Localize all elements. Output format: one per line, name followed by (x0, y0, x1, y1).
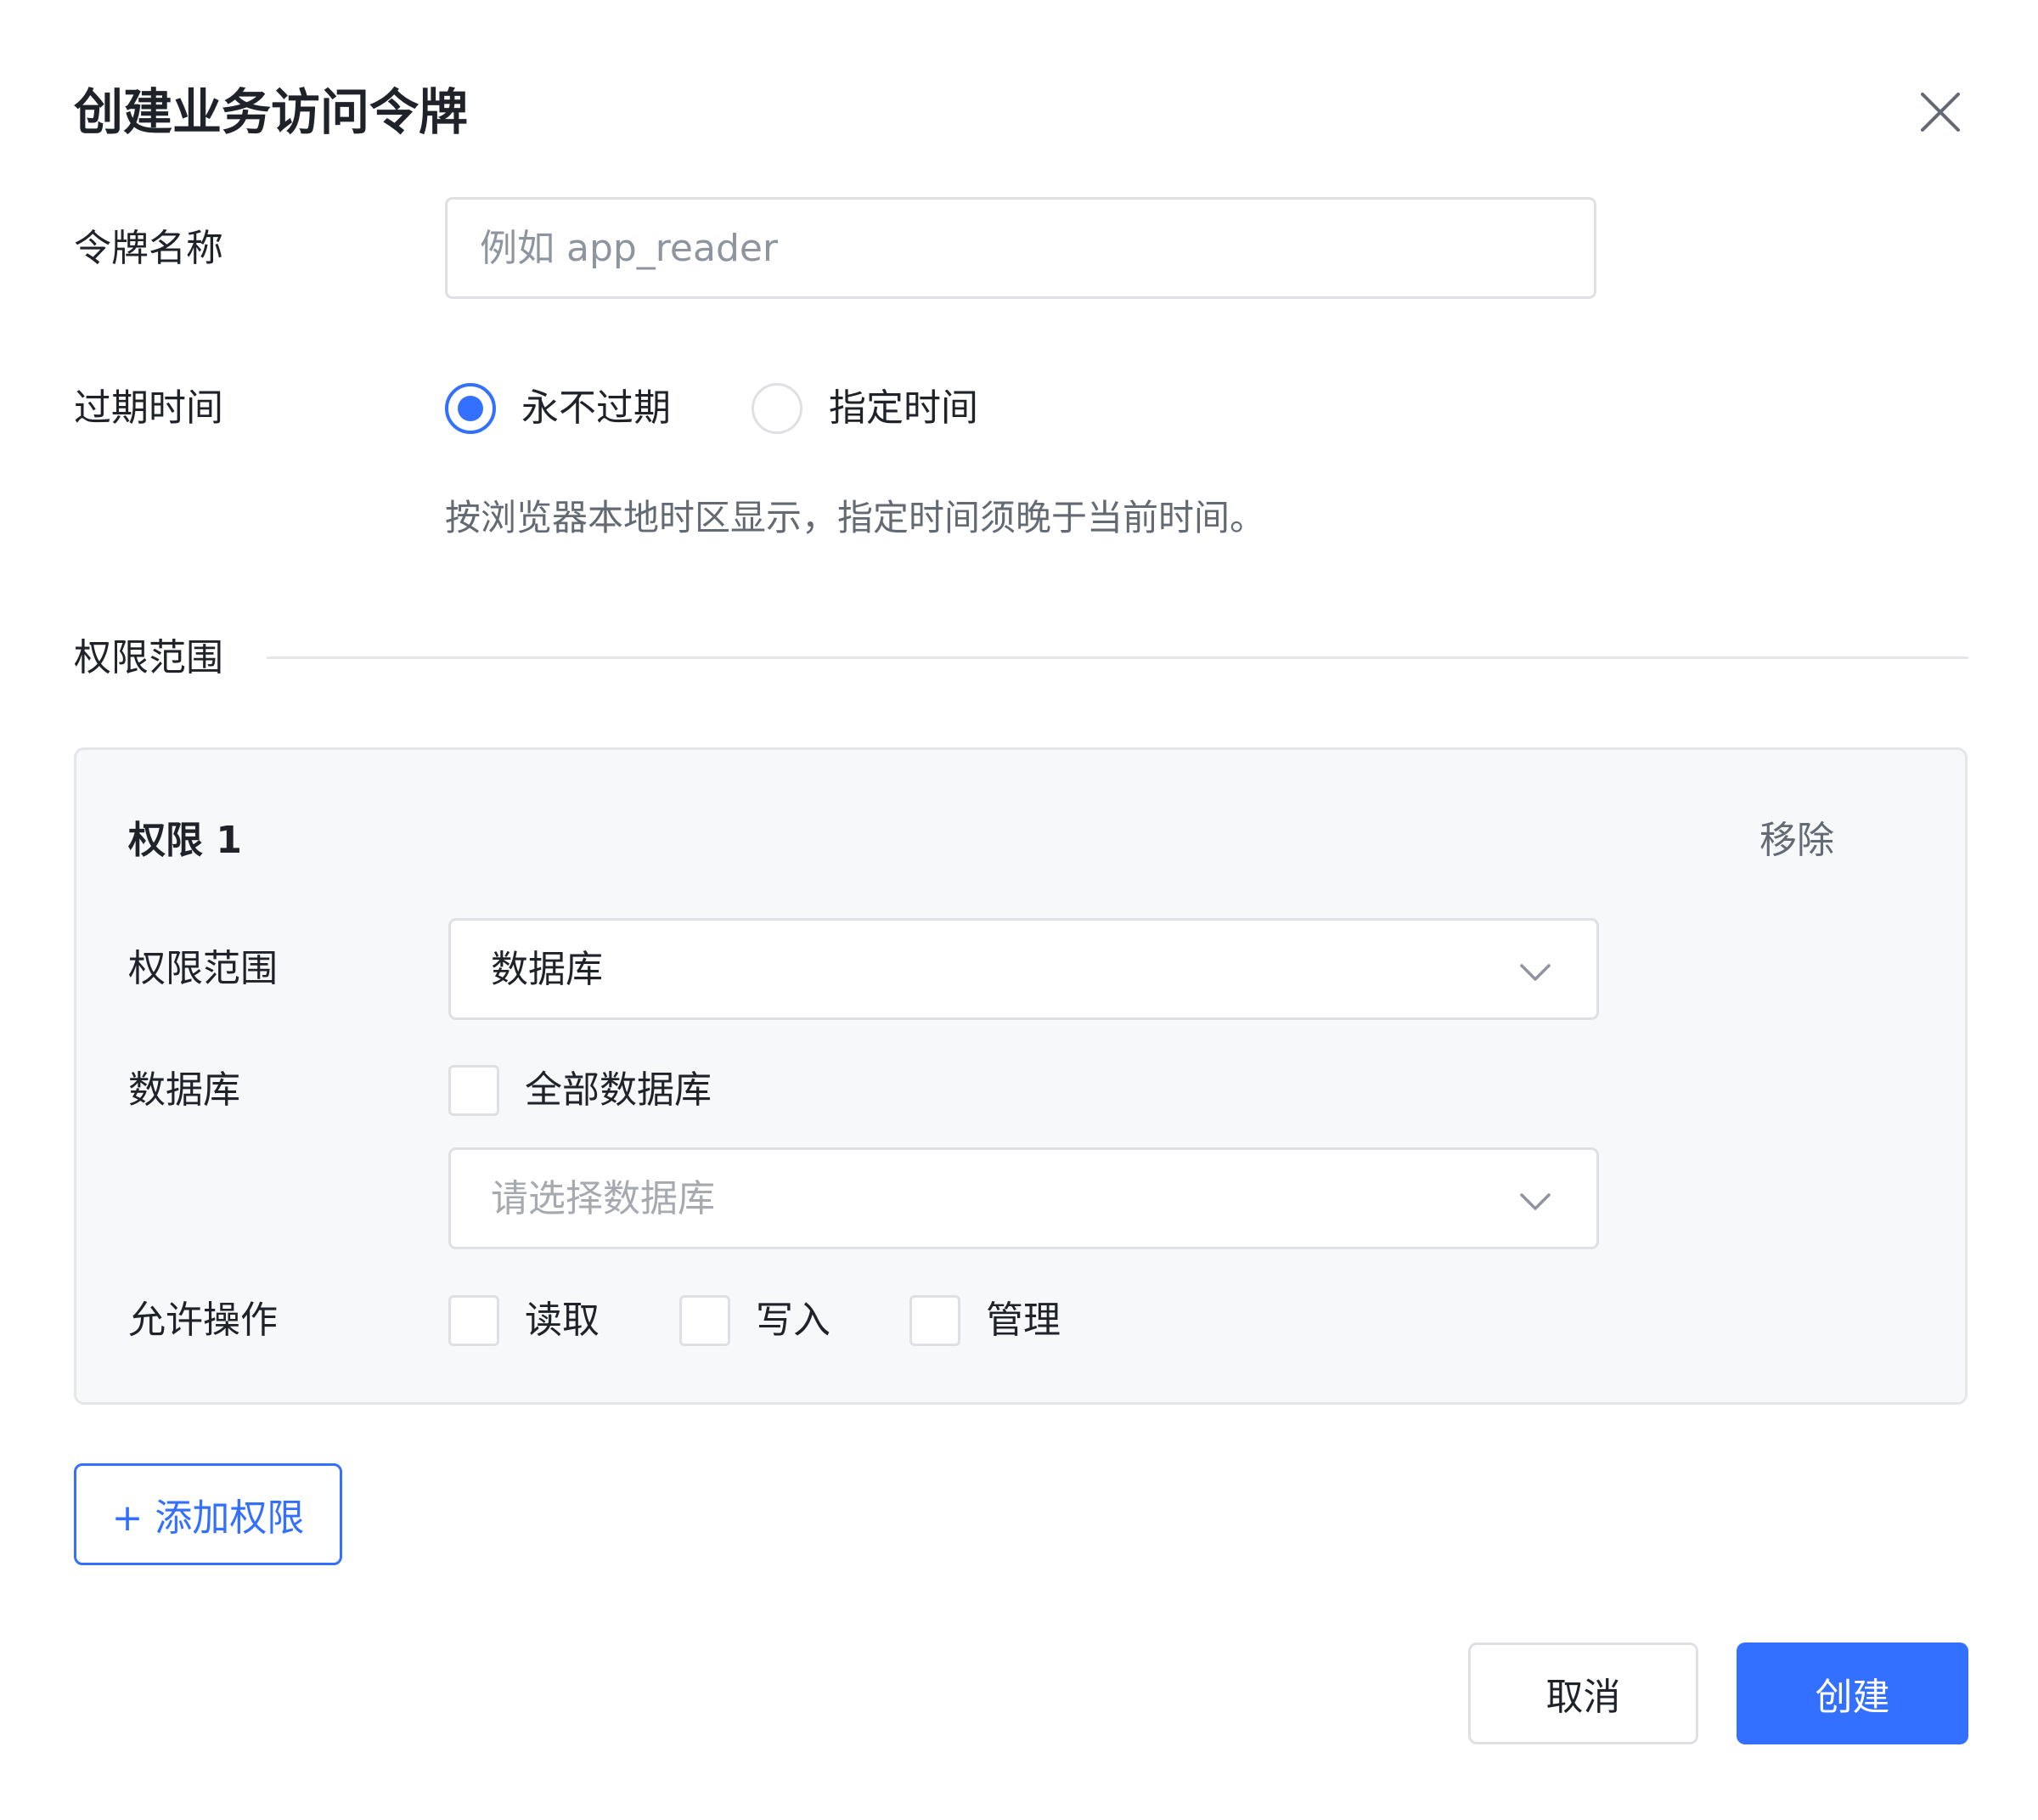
token-name-label: 令牌名称 (74, 227, 223, 270)
remove-permission-link[interactable]: 移除 (1759, 815, 1834, 866)
manage-label[interactable]: 管理 (986, 1295, 1061, 1346)
scope-select[interactable]: 数据库 (448, 918, 1599, 1020)
create-token-dialog: 创建业务访问令牌 令牌名称 过期时间 永不过期 指定时间 按浏览器本地时区显示，… (0, 0, 2038, 1820)
cancel-button[interactable]: 取消 (1468, 1643, 1698, 1744)
add-permission-button[interactable]: + 添加权限 (74, 1463, 342, 1565)
write-checkbox[interactable] (679, 1295, 730, 1346)
scope-select-value: 数据库 (491, 948, 603, 991)
scope-section-title: 权限范围 (74, 636, 223, 679)
radio-never-expire[interactable] (445, 383, 496, 434)
database-select[interactable]: 请选择数据库 (448, 1147, 1599, 1249)
token-name-input[interactable] (445, 197, 1596, 299)
all-databases-checkbox[interactable] (448, 1065, 499, 1116)
read-label[interactable]: 读取 (525, 1295, 600, 1346)
radio-never-expire-label[interactable]: 永不过期 (521, 383, 671, 434)
section-divider (267, 656, 1968, 659)
radio-specified-time[interactable] (752, 383, 802, 434)
permission-title: 权限 1 (128, 819, 242, 862)
close-icon (1921, 93, 1960, 132)
read-checkbox[interactable] (448, 1295, 499, 1346)
chevron-down-icon (1517, 953, 1554, 990)
permission-scope-label: 权限范围 (128, 947, 278, 990)
radio-specified-time-label[interactable]: 指定时间 (829, 383, 978, 434)
expiration-label: 过期时间 (74, 386, 223, 430)
operations-label: 允许操作 (128, 1299, 278, 1342)
chevron-down-icon (1517, 1182, 1554, 1220)
close-button[interactable] (1917, 89, 1963, 135)
manage-checkbox[interactable] (909, 1295, 960, 1346)
database-select-placeholder: 请选择数据库 (491, 1177, 715, 1220)
create-button[interactable]: 创建 (1737, 1643, 1968, 1744)
write-label[interactable]: 写入 (756, 1295, 830, 1346)
expiration-hint: 按浏览器本地时区显示，指定时间须晚于当前时间。 (445, 497, 1266, 538)
database-label: 数据库 (128, 1068, 240, 1112)
dialog-title: 创建业务访问令牌 (74, 83, 469, 141)
all-databases-label[interactable]: 全部数据库 (525, 1065, 712, 1116)
